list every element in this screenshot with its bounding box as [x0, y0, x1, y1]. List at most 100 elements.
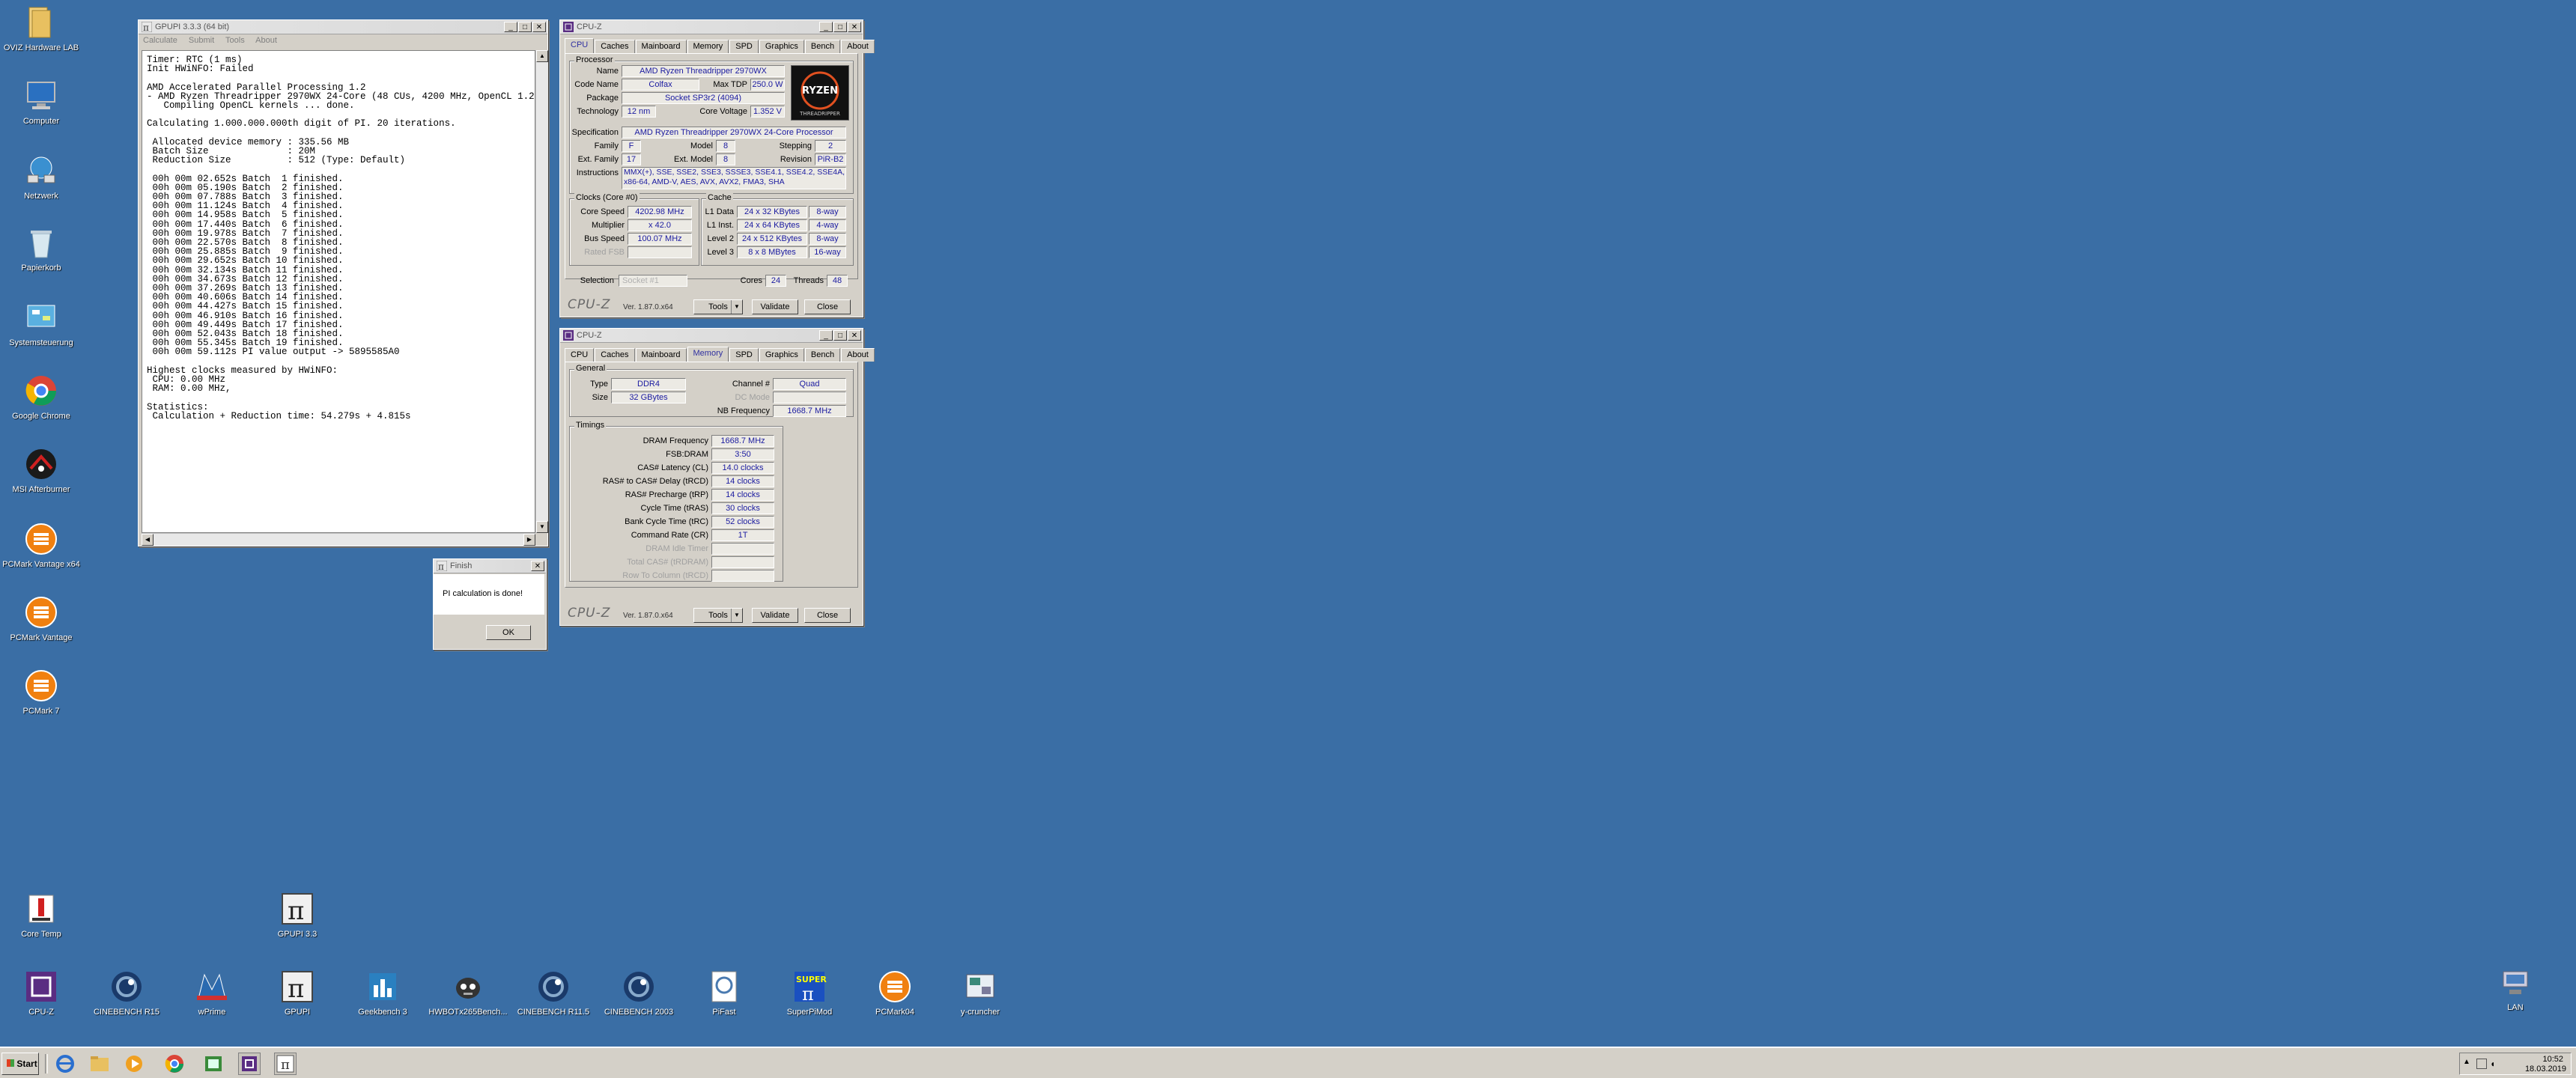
clock-date[interactable]: 18.03.2019 — [2525, 1065, 2566, 1074]
tray-arrow-icon[interactable]: ▲ — [2463, 1058, 2470, 1066]
cpuz-titlebar[interactable]: CPU-Z _ □ ✕ — [560, 20, 863, 34]
desktop-icon-label: GPUPI — [284, 1008, 311, 1017]
cpuz-memory-window[interactable]: CPU-Z _ □ ✕ CPU Caches Mainboard Memory SPD G… — [559, 328, 875, 626]
cpuz-titlebar[interactable]: CPU-Z _ □ ✕ — [560, 329, 863, 343]
ryzen-logo-icon: RYZEN THREADRIPPER — [799, 71, 840, 117]
chrome-icon — [23, 373, 59, 409]
desktop-icon[interactable]: CINEBENCH R15 — [85, 969, 168, 1017]
menu-tools[interactable]: Tools — [225, 36, 245, 45]
tab-mainboard[interactable]: Mainboard — [635, 40, 687, 53]
gpupi-window[interactable]: π GPUPI 3.3.3 (64 bit) _ □ ✕ Calculate S… — [138, 19, 548, 546]
menu-about[interactable]: About — [255, 36, 277, 45]
close-app-button[interactable]: Close — [804, 299, 851, 314]
desktop-icon[interactable]: MSI Afterburner — [0, 446, 82, 495]
start-label: Start — [16, 1059, 37, 1069]
minimize-button[interactable]: _ — [819, 330, 833, 341]
close-button[interactable]: ✕ — [848, 330, 861, 341]
desktop-icon-label: PiFast — [712, 1008, 736, 1017]
desktop-icon[interactable]: Geekbench 3 — [341, 969, 424, 1017]
tab-spd[interactable]: SPD — [729, 40, 759, 53]
tab-caches[interactable]: Caches — [595, 40, 635, 53]
finish-dialog[interactable]: π Finish ✕ PI calculation is done! OK — [433, 558, 547, 650]
cinebench-icon — [109, 969, 145, 1005]
desktop-icon[interactable]: SUPER π SuperPiMod — [768, 969, 851, 1017]
desktop-icon[interactable]: CPU-Z — [0, 969, 82, 1017]
desktop-icon[interactable]: Papierkorb — [0, 225, 82, 273]
gpupi-output: Timer: RTC (1 ms) Init HWiNFO: Failed AMD … — [142, 50, 535, 533]
menu-calculate[interactable]: Calculate — [143, 36, 177, 45]
desktop-icon[interactable]: PCMark Vantage — [0, 594, 82, 643]
media-player-icon[interactable] — [123, 1053, 145, 1075]
tab-graphics[interactable]: Graphics — [759, 40, 804, 53]
tab-bench[interactable]: Bench — [804, 348, 841, 362]
pi-icon[interactable]: π — [274, 1053, 297, 1075]
finish-titlebar[interactable]: π Finish ✕ — [434, 559, 546, 573]
desktop-icon[interactable]: π GPUPI — [256, 969, 338, 1017]
tab-graphics[interactable]: Graphics — [759, 348, 804, 362]
spreadsheet-icon[interactable] — [202, 1053, 225, 1075]
desktop-icon[interactable]: HWBOTx265Bench... — [427, 969, 509, 1017]
close-button[interactable]: ✕ — [848, 22, 861, 32]
minimize-button[interactable]: _ — [504, 22, 517, 32]
explorer-icon[interactable] — [88, 1053, 111, 1075]
desktop-icon[interactable]: OVIZ Hardware LAB — [0, 4, 82, 53]
desktop-icon[interactable]: CINEBENCH 2003 — [598, 969, 680, 1017]
desktop-icon[interactable]: Systemsteuerung — [0, 299, 82, 348]
desktop-icon[interactable]: PiFast — [683, 969, 765, 1017]
volume-tray-icon[interactable]: ◖ — [2490, 1059, 2495, 1069]
cpuz-icon[interactable] — [238, 1053, 261, 1075]
cpuz-cpu-window[interactable]: CPU-Z _ □ ✕ CPU Caches Mainboard Memory SPD G… — [559, 19, 875, 317]
codename-label: Code Name — [574, 80, 619, 89]
console-line: 00h 00m 46.910s Batch 16 finished. — [147, 310, 344, 321]
scroll-down-arrow[interactable]: ▼ — [536, 521, 548, 533]
desktop-icon[interactable]: wPrime — [171, 969, 253, 1017]
tab-memory[interactable]: Memory — [687, 347, 729, 362]
clock-time[interactable]: 10:52 — [2542, 1055, 2563, 1064]
network-tray-icon[interactable] — [2476, 1059, 2487, 1069]
maximize-button[interactable]: □ — [833, 330, 847, 341]
tab-caches[interactable]: Caches — [595, 348, 635, 362]
tab-cpu[interactable]: CPU — [565, 38, 595, 53]
desktop-icon[interactable]: PCMark 7 — [0, 668, 82, 716]
desktop-icon[interactable]: PCMark04 — [854, 969, 936, 1017]
close-app-button[interactable]: Close — [804, 608, 851, 623]
gpupi-titlebar[interactable]: π GPUPI 3.3.3 (64 bit) _ □ ✕ — [139, 20, 547, 34]
ok-button[interactable]: OK — [486, 625, 531, 640]
tab-about[interactable]: About — [841, 348, 875, 362]
tab-bench[interactable]: Bench — [804, 40, 841, 53]
tab-memory[interactable]: Memory — [687, 40, 729, 53]
scroll-right-arrow[interactable]: ▶ — [523, 534, 535, 546]
desktop-icon[interactable]: Core Temp — [0, 891, 82, 940]
tab-mainboard[interactable]: Mainboard — [635, 348, 687, 362]
start-button[interactable]: Start — [1, 1053, 39, 1075]
selection-dropdown[interactable]: Socket #1 — [619, 275, 687, 287]
desktop-icon[interactable]: y-cruncher — [939, 969, 1021, 1017]
maximize-button[interactable]: □ — [833, 22, 847, 32]
maximize-button[interactable]: □ — [518, 22, 532, 32]
tools-button[interactable]: Tools ▼ — [693, 608, 743, 623]
desktop-icon[interactable]: Computer — [0, 78, 82, 127]
tab-spd[interactable]: SPD — [729, 348, 759, 362]
desktop-icon[interactable]: CINEBENCH R11.5 — [512, 969, 595, 1017]
scroll-up-arrow[interactable]: ▲ — [536, 50, 548, 62]
scroll-left-arrow[interactable]: ◀ — [142, 534, 154, 546]
vertical-scrollbar[interactable]: ▲ ▼ — [535, 50, 548, 533]
horizontal-scrollbar[interactable]: ◀ ▶ — [142, 533, 535, 546]
validate-button[interactable]: Validate — [752, 608, 798, 623]
close-button[interactable]: ✕ — [531, 561, 544, 571]
desktop-icon[interactable]: PCMark Vantage x64 — [0, 521, 82, 570]
desktop-icon[interactable]: Netzwerk — [0, 153, 82, 201]
minimize-button[interactable]: _ — [819, 22, 833, 32]
desktop-icon[interactable]: Google Chrome — [0, 373, 82, 421]
close-button[interactable]: ✕ — [532, 22, 546, 32]
console-line: AMD Accelerated Parallel Processing 1.2 — [147, 82, 366, 93]
chrome-icon[interactable] — [163, 1053, 186, 1075]
tab-cpu[interactable]: CPU — [565, 348, 595, 362]
validate-button[interactable]: Validate — [752, 299, 798, 314]
ie-icon[interactable] — [54, 1053, 76, 1075]
menu-submit[interactable]: Submit — [189, 36, 214, 45]
tools-button[interactable]: Tools ▼ — [693, 299, 743, 314]
tab-about[interactable]: About — [841, 40, 875, 53]
desktop-icon[interactable]: LAN — [2474, 964, 2557, 1013]
desktop-icon[interactable]: π GPUPI 3.3 — [256, 891, 338, 940]
